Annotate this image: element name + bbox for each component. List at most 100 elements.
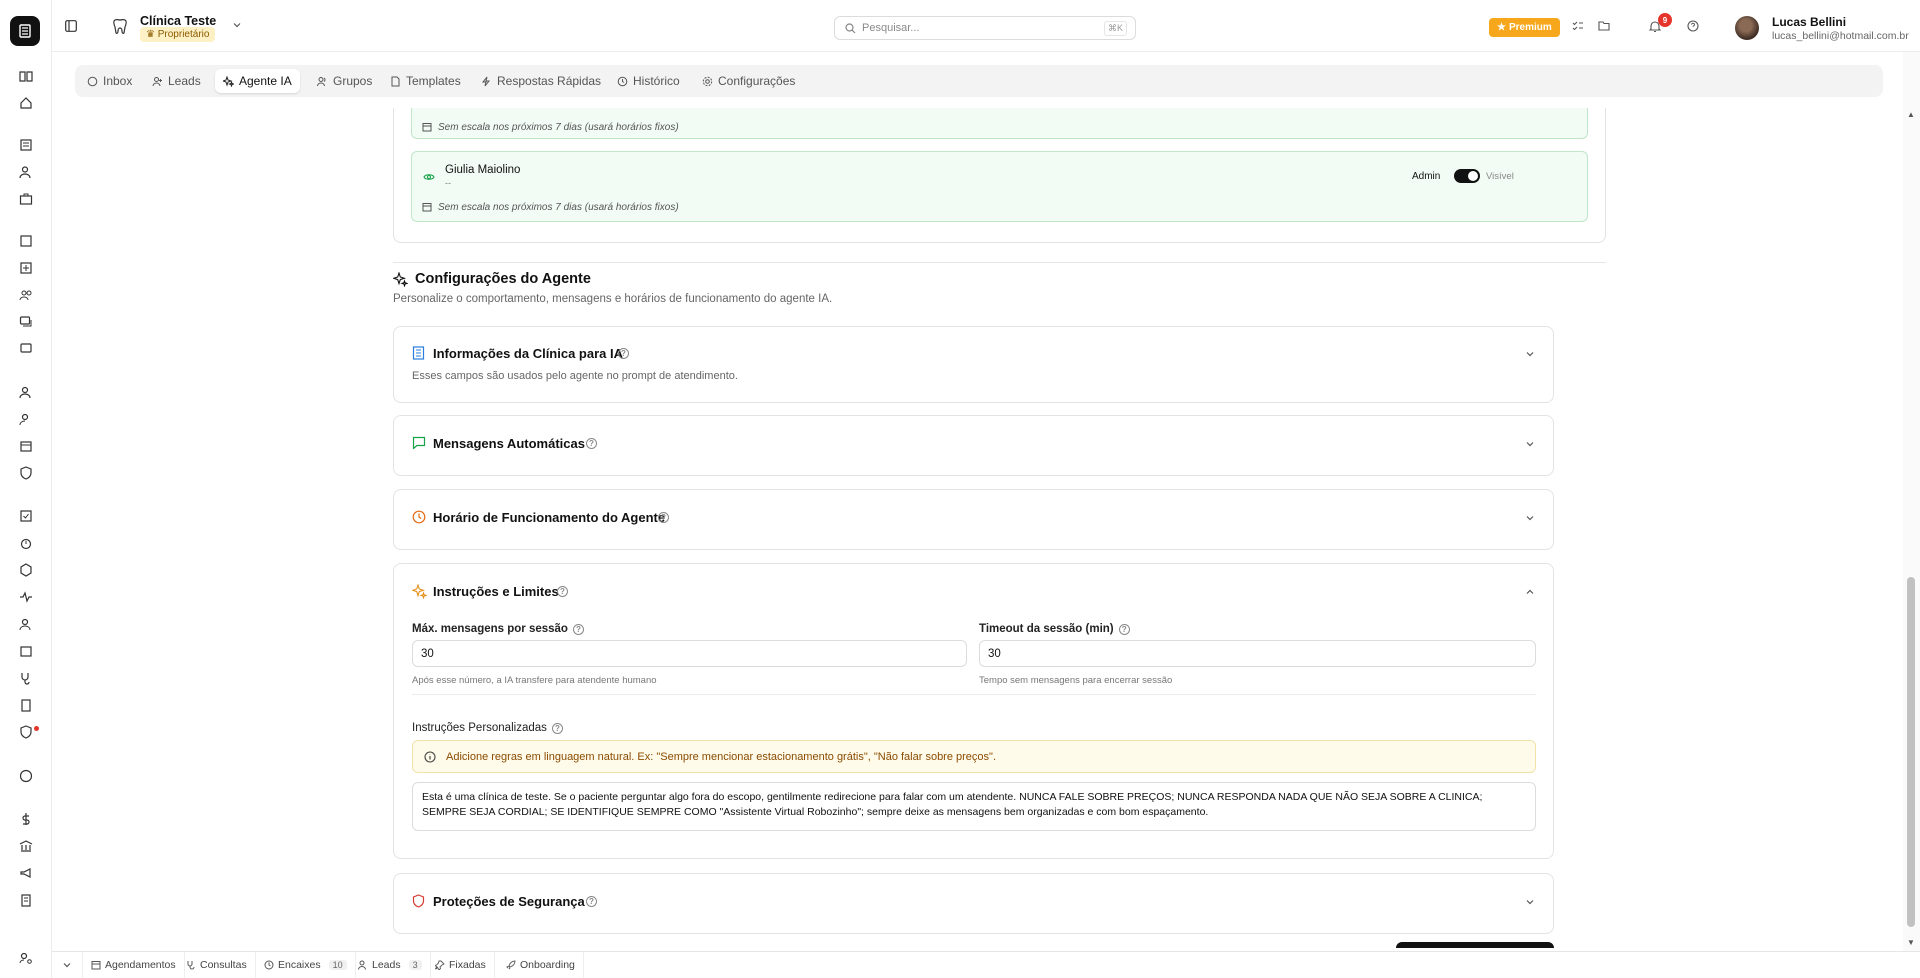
timeout-input[interactable]: 30 [979, 640, 1536, 667]
tab-leads[interactable]: Leads [144, 69, 209, 93]
tab-grupos[interactable]: Grupos [309, 69, 380, 93]
building-icon[interactable] [16, 135, 36, 155]
tab-label: Respostas Rápidas [497, 74, 602, 88]
scroll-down-icon[interactable]: ▼ [1907, 938, 1915, 947]
help-icon[interactable]: ? [586, 896, 597, 907]
help-icon[interactable]: ? [1118, 623, 1130, 635]
dock-agendamentos[interactable]: Agendamentos [83, 952, 185, 978]
dock-onboarding[interactable]: Onboarding [498, 952, 584, 978]
book-icon[interactable] [16, 66, 36, 86]
premium-label: Premium [1508, 22, 1552, 33]
help-icon[interactable] [1687, 20, 1699, 32]
help-icon[interactable]: ? [572, 623, 584, 635]
attendant-name: Giulia Maiolino [445, 164, 521, 176]
dock-consultas[interactable]: Consultas [178, 952, 256, 978]
tab-templates[interactable]: Templates [382, 69, 469, 93]
team-icon[interactable] [16, 285, 36, 305]
checklist-icon[interactable] [1572, 20, 1584, 32]
tab-inbox[interactable]: Inbox [79, 69, 140, 93]
clinic-name[interactable]: Clínica Teste [140, 14, 216, 28]
home-icon[interactable] [16, 93, 36, 113]
dollar-icon[interactable] [16, 809, 36, 829]
tab-respostas-rapidas[interactable]: Respostas Rápidas [473, 69, 609, 93]
tab-agente-ia[interactable]: Agente IA [215, 69, 300, 93]
bottom-dock: Agendamentos Consultas Encaixes 10 Leads 3… [52, 951, 1920, 978]
stethoscope-icon [186, 960, 196, 970]
schedule-note: Sem escala nos próximos 7 dias (usará ho… [438, 202, 679, 213]
scrollbar-thumb[interactable] [1907, 577, 1915, 927]
user-plus-icon [358, 960, 368, 970]
help-icon[interactable]: ? [618, 348, 629, 359]
premium-badge[interactable]: ★ Premium [1489, 18, 1560, 37]
help-icon[interactable]: ? [551, 722, 563, 734]
attendant-sub: -- [445, 178, 451, 188]
activity-icon[interactable] [16, 587, 36, 607]
search-icon [845, 23, 856, 34]
search-input[interactable]: Pesquisar... ⌘K [834, 16, 1136, 40]
chevron-down-icon[interactable] [1525, 439, 1535, 449]
clipboard-icon[interactable] [16, 695, 36, 715]
whatsapp-icon[interactable] [16, 766, 36, 786]
help-icon[interactable]: ? [586, 438, 597, 449]
checkbox-icon[interactable] [16, 506, 36, 526]
folder-icon[interactable] [1598, 20, 1610, 32]
dock-encaixes[interactable]: Encaixes 10 [256, 952, 356, 978]
megaphone-icon[interactable] [16, 863, 36, 883]
section-title[interactable]: Instruções e Limites [433, 584, 559, 599]
dock-fixadas[interactable]: Fixadas [427, 952, 495, 978]
messages-icon[interactable] [16, 312, 36, 332]
briefcase-icon[interactable] [16, 189, 36, 209]
divider [393, 262, 1606, 263]
help-icon[interactable]: ? [658, 512, 669, 523]
dock-collapse-chevron-icon[interactable] [52, 952, 83, 978]
accordion-security[interactable]: Proteções de Segurança ? [393, 873, 1554, 934]
chevron-up-icon[interactable] [1525, 587, 1535, 597]
save-button[interactable] [1396, 942, 1554, 948]
tab-configuracoes[interactable]: Configurações [694, 69, 803, 93]
shield-check-icon[interactable] [16, 463, 36, 483]
custom-instructions-textarea[interactable]: Esta é uma clínica de teste. Se o pacien… [412, 782, 1536, 831]
eye-icon[interactable] [423, 172, 435, 182]
contacts-icon[interactable] [16, 614, 36, 634]
users-icon[interactable] [16, 382, 36, 402]
search-shortcut: ⌘K [1103, 21, 1127, 36]
dock-leads[interactable]: Leads 3 [350, 952, 431, 978]
sidebar-toggle-icon[interactable] [65, 20, 77, 32]
dock-count: 10 [328, 960, 347, 970]
max-messages-input[interactable]: 30 [412, 640, 967, 667]
scroll-up-icon[interactable]: ▲ [1907, 110, 1915, 119]
chevron-down-icon[interactable] [1525, 897, 1535, 907]
tab-label: Leads [168, 74, 201, 88]
help-icon[interactable]: ? [557, 586, 568, 597]
chat-icon[interactable] [16, 339, 36, 359]
notification-count: 9 [1658, 13, 1672, 27]
building-2-icon[interactable] [16, 231, 36, 251]
box-icon[interactable] [16, 560, 36, 580]
user-check-icon[interactable] [16, 409, 36, 429]
accordion-auto-messages[interactable]: Mensagens Automáticas ? [393, 415, 1554, 476]
accordion-clinic-info[interactable]: Informações da Clínica para IA ? Esses c… [393, 326, 1554, 403]
app-logo[interactable] [10, 16, 40, 46]
divider [412, 694, 1536, 695]
user-plus-icon[interactable] [16, 162, 36, 182]
tab-historico[interactable]: Histórico [609, 69, 688, 93]
hospital-icon[interactable] [16, 258, 36, 278]
calendar-2-icon[interactable] [16, 641, 36, 661]
section-title: Proteções de Segurança [433, 894, 585, 909]
chevron-down-icon[interactable] [1525, 349, 1535, 359]
accordion-schedule[interactable]: Horário de Funcionamento do Agente ? [393, 489, 1554, 550]
chevron-down-icon[interactable] [232, 20, 242, 30]
tab-label: Grupos [333, 74, 373, 88]
receipt-icon[interactable] [16, 890, 36, 910]
user-settings-icon[interactable] [16, 948, 36, 968]
avatar[interactable] [1735, 16, 1759, 40]
user-name[interactable]: Lucas Bellini [1772, 15, 1846, 29]
stethoscope-icon[interactable] [16, 668, 36, 688]
timeout-hint: Tempo sem mensagens para encerrar sessão [979, 675, 1173, 686]
visibility-toggle[interactable] [1454, 169, 1480, 183]
timer-icon[interactable] [16, 533, 36, 553]
shield-alert-icon[interactable] [16, 722, 36, 742]
chevron-down-icon[interactable] [1525, 513, 1535, 523]
bank-icon[interactable] [16, 836, 36, 856]
calendar-icon[interactable] [16, 436, 36, 456]
